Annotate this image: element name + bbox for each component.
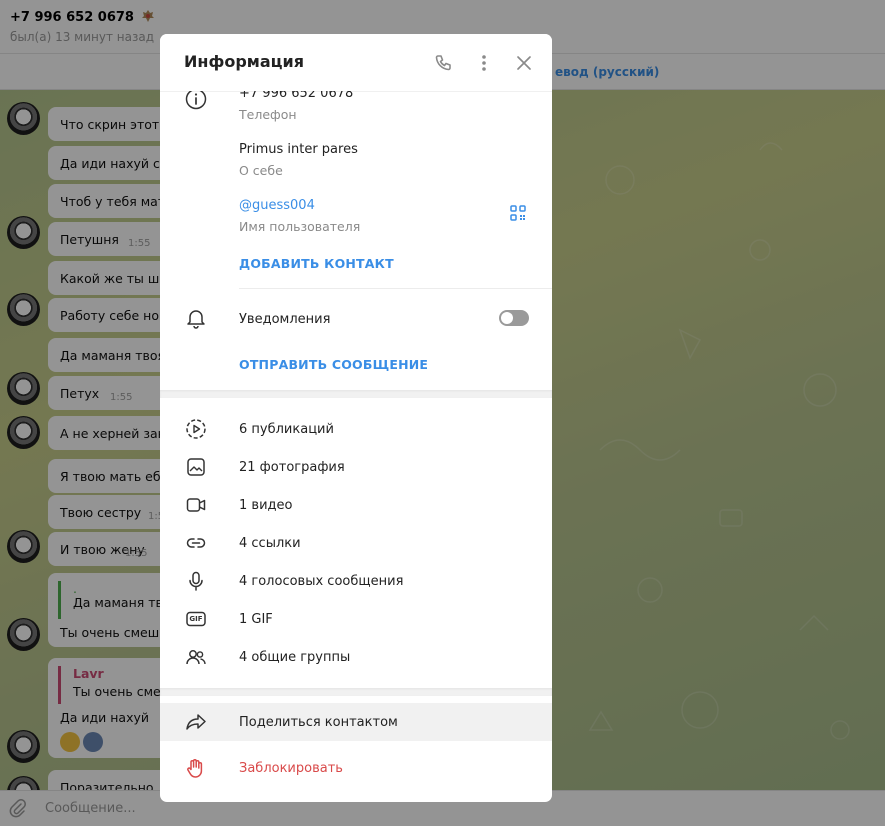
shared-media-label: 4 общие группы bbox=[239, 650, 351, 665]
shared-media-row[interactable]: 1 видео bbox=[160, 486, 552, 524]
shared-media-row[interactable]: 4 ссылки bbox=[160, 524, 552, 562]
shared-media-row[interactable]: 6 публикаций bbox=[160, 410, 552, 448]
close-icon bbox=[517, 56, 531, 70]
call-button[interactable] bbox=[430, 50, 456, 76]
shared-media-row[interactable]: 21 фотография bbox=[160, 448, 552, 486]
about-label: О себе bbox=[239, 163, 283, 178]
share-icon bbox=[184, 710, 208, 734]
section-separator bbox=[160, 688, 552, 696]
microphone-icon bbox=[184, 569, 208, 593]
gif-badge-text: GIF bbox=[189, 615, 203, 623]
shared-media-label: 6 публикаций bbox=[239, 422, 334, 437]
modal-title: Информация bbox=[184, 52, 304, 71]
block-user-button[interactable]: Заблокировать bbox=[160, 749, 552, 787]
username-label: Имя пользователя bbox=[239, 219, 361, 234]
shared-media-label: 21 фотография bbox=[239, 460, 345, 475]
username-value[interactable]: @guess004 bbox=[239, 198, 315, 213]
shared-media-label: 1 GIF bbox=[239, 612, 273, 627]
divider bbox=[239, 288, 552, 289]
groups-icon bbox=[184, 645, 208, 669]
shared-media-row[interactable]: GIF 1 GIF bbox=[160, 600, 552, 638]
shared-media-label: 4 ссылки bbox=[239, 536, 301, 551]
stop-hand-icon bbox=[184, 756, 208, 780]
qr-code-button[interactable] bbox=[507, 202, 529, 224]
phone-icon bbox=[435, 55, 451, 71]
shared-media-row[interactable]: 4 голосовых сообщения bbox=[160, 562, 552, 600]
toggle-knob bbox=[501, 312, 513, 324]
add-contact-button[interactable]: ДОБАВИТЬ КОНТАКТ bbox=[239, 256, 394, 271]
link-icon bbox=[184, 531, 208, 555]
gif-icon: GIF bbox=[184, 607, 208, 631]
section-separator bbox=[160, 390, 552, 398]
shared-media-label: 4 голосовых сообщения bbox=[239, 574, 404, 589]
photo-icon bbox=[184, 455, 208, 479]
phone-label: Телефон bbox=[239, 107, 297, 122]
user-info-modal: Информация +7 996 652 0678 Телефон Primu… bbox=[160, 34, 552, 802]
bell-icon bbox=[184, 306, 208, 330]
stories-icon bbox=[184, 417, 208, 441]
close-button[interactable] bbox=[511, 50, 537, 76]
telegram-window: +7 996 652 0678 был(а) 13 минут назад ев… bbox=[0, 0, 885, 826]
notifications-label: Уведомления bbox=[239, 312, 331, 327]
share-contact-button[interactable]: Поделиться контактом bbox=[160, 703, 552, 741]
send-message-button[interactable]: ОТПРАВИТЬ СООБЩЕНИЕ bbox=[239, 357, 428, 372]
qr-code-icon bbox=[510, 205, 526, 221]
shared-media-row[interactable]: 4 общие группы bbox=[160, 638, 552, 676]
video-icon bbox=[184, 493, 208, 517]
shared-media-label: 1 видео bbox=[239, 498, 293, 513]
notifications-toggle[interactable] bbox=[499, 310, 529, 326]
about-value[interactable]: Primus inter pares bbox=[239, 142, 358, 157]
block-user-label: Заблокировать bbox=[239, 761, 343, 776]
share-contact-label: Поделиться контактом bbox=[239, 715, 398, 730]
more-button[interactable] bbox=[471, 50, 497, 76]
modal-header: Информация bbox=[160, 34, 552, 91]
more-vertical-icon bbox=[482, 55, 486, 71]
